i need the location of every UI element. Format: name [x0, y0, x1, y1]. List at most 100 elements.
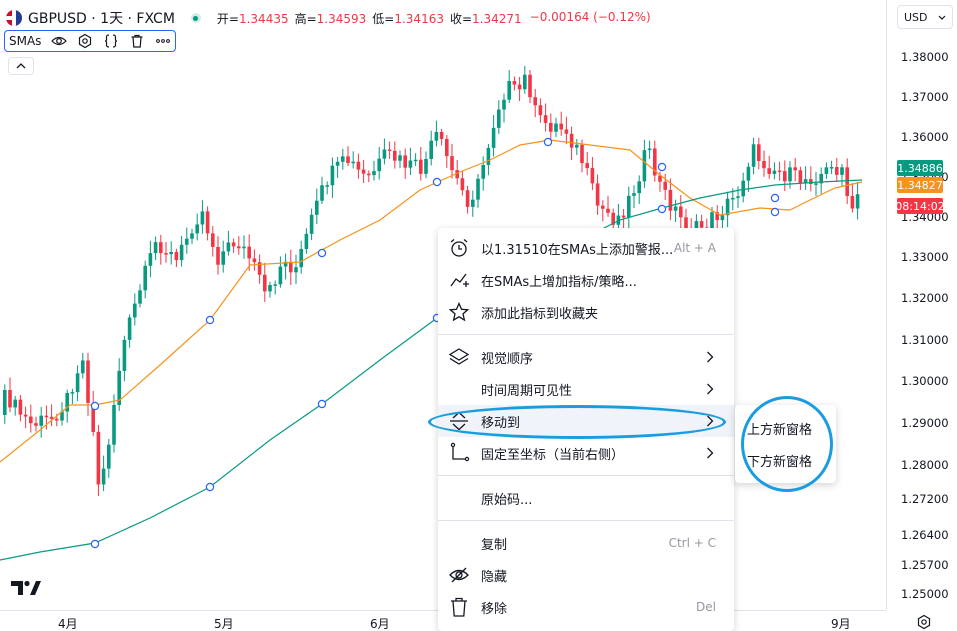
menu-timeframe-visibility[interactable]: 时间周期可见性: [438, 373, 734, 405]
symbol-legend: GBPUSD · 1天 · FXCM 开=1.34435 高=1.34593 低…: [6, 8, 651, 28]
candle: [231, 238, 236, 253]
line-selection-handle[interactable]: [90, 539, 100, 549]
candle: [179, 236, 184, 267]
menu-add-alert-label: 以1.31510在SMAs上添加警报...: [481, 242, 674, 258]
line-selection-handle[interactable]: [90, 401, 100, 411]
candle: [86, 352, 90, 416]
candle: [75, 365, 80, 402]
candle: [679, 195, 683, 230]
chevron-right-icon: [707, 351, 714, 363]
price-tick-label: 1.31000: [901, 333, 949, 347]
price-tag-sma-fast: 1.34827: [897, 177, 943, 193]
price-scale[interactable]: USD 1.380001.370001.360001.350001.340001…: [886, 0, 957, 610]
candle: [309, 208, 314, 241]
line-selection-handle[interactable]: [205, 315, 215, 325]
submenu-new-pane-below[interactable]: 下方新窗格: [747, 451, 812, 470]
candle: [101, 455, 106, 492]
candle: [403, 148, 407, 179]
low-value: 1.34163: [394, 11, 444, 26]
candle: [575, 139, 579, 156]
chart-settings-icon[interactable]: [916, 614, 932, 630]
symbol-title[interactable]: GBPUSD · 1天 · FXCM: [28, 8, 175, 28]
line-selection-handle[interactable]: [317, 248, 327, 258]
menu-move-to[interactable]: 移动到: [438, 405, 734, 437]
price-tick-label: 1.36000: [901, 130, 949, 144]
close-value: 1.34271: [472, 11, 522, 26]
candle: [23, 406, 28, 429]
candle: [835, 157, 839, 182]
candle: [564, 116, 569, 145]
move-to-submenu: 上方新窗格 下方新窗格: [735, 405, 836, 483]
line-selection-handle[interactable]: [657, 204, 667, 214]
menu-copy[interactable]: 复制 Ctrl + C: [438, 527, 734, 559]
candle: [257, 254, 262, 284]
price-tick-label: 1.26400: [901, 528, 949, 542]
candle: [164, 241, 168, 263]
open-value: 1.34435: [238, 11, 289, 26]
line-selection-handle[interactable]: [770, 207, 780, 217]
candle: [809, 166, 813, 192]
candle: [91, 390, 95, 437]
candle: [632, 185, 636, 209]
candle: [3, 384, 7, 424]
menu-remove[interactable]: 移除 Del: [438, 591, 734, 623]
candle: [143, 260, 147, 299]
pin-scale-icon: [450, 442, 470, 462]
trash-icon[interactable]: [129, 33, 145, 49]
menu-timeframe-visibility-label: 时间周期可见性: [481, 383, 573, 399]
candle: [434, 120, 439, 147]
candle: [216, 236, 220, 275]
candle: [429, 130, 433, 166]
line-selection-handle[interactable]: [317, 399, 327, 409]
more-icon[interactable]: [155, 33, 171, 49]
line-selection-handle[interactable]: [205, 482, 215, 492]
chevron-down-icon: [938, 15, 946, 20]
close-key: 收=: [449, 11, 473, 26]
candle: [107, 439, 111, 478]
price-tick-label: 1.38000: [901, 50, 949, 64]
study-legend-sma[interactable]: SMAs: [4, 30, 177, 52]
menu-visual-order[interactable]: 视觉顺序: [438, 341, 734, 373]
menu-source-code[interactable]: 原始码...: [438, 482, 734, 514]
menu-pin-to-scale[interactable]: 固定至坐标（当前右侧）: [438, 437, 734, 469]
menu-remove-label: 移除: [481, 601, 508, 617]
eye-icon[interactable]: [51, 33, 68, 49]
price-tick-label: 1.37000: [901, 90, 949, 104]
menu-add-favorite[interactable]: 添加此指标到收藏夹: [438, 296, 734, 328]
candle: [523, 65, 527, 94]
chevron-up-icon: [16, 63, 26, 69]
candle: [751, 137, 756, 175]
line-selection-handle[interactable]: [770, 193, 780, 203]
price-tick-label: 1.25000: [901, 587, 949, 601]
candle: [351, 151, 355, 169]
menu-add-indicator[interactable]: 在SMAs上增加指标/策略...: [438, 264, 734, 296]
candle: [543, 103, 548, 132]
line-selection-handle[interactable]: [657, 162, 667, 172]
candle: [772, 162, 777, 180]
source-code-icon[interactable]: [103, 33, 119, 49]
study-name[interactable]: SMAs: [9, 34, 41, 48]
menu-pin-to-scale-label: 固定至坐标（当前右侧）: [481, 447, 625, 463]
open-key: 开=: [216, 11, 239, 26]
candle: [538, 98, 543, 123]
market-open-icon: [190, 13, 201, 23]
currency-select[interactable]: USD: [897, 5, 953, 29]
candle: [304, 228, 309, 254]
alarm-clock-icon: [450, 239, 468, 257]
candle: [200, 200, 205, 234]
indicator-chart-icon: [450, 273, 469, 287]
line-selection-handle[interactable]: [432, 177, 442, 187]
price-tick-label: 1.33000: [901, 250, 949, 264]
menu-add-alert-shortcut: Alt + A: [673, 241, 716, 255]
tradingview-logo-icon[interactable]: [10, 578, 42, 598]
settings-icon[interactable]: [77, 33, 93, 49]
candle: [39, 406, 43, 438]
menu-add-alert[interactable]: 以1.31510在SMAs上添加警报... Alt + A: [438, 232, 734, 264]
collapse-legend-button[interactable]: [8, 57, 34, 75]
line-selection-handle[interactable]: [543, 137, 553, 147]
candle: [647, 140, 652, 160]
menu-hide[interactable]: 隐藏: [438, 559, 734, 591]
candle: [803, 166, 808, 190]
price-tick-label: 1.32000: [901, 291, 949, 305]
submenu-new-pane-above[interactable]: 上方新窗格: [747, 419, 812, 438]
